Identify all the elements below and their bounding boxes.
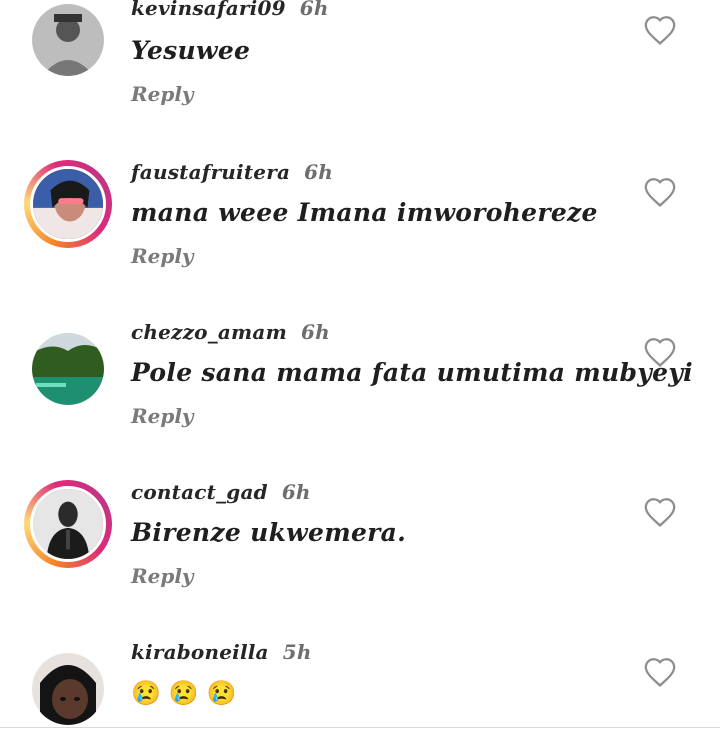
- comment-username[interactable]: kiraboneilla 5h: [131, 640, 312, 664]
- comment-username[interactable]: kevinsafari09 6h: [131, 0, 329, 20]
- comment-username[interactable]: contact_gad 6h: [131, 480, 311, 504]
- comment-text: Birenze ukwemera.: [131, 518, 407, 547]
- avatar[interactable]: [26, 647, 110, 731]
- avatar[interactable]: [26, 327, 110, 411]
- heart-outline-icon[interactable]: [643, 656, 677, 688]
- comment-text: mana weee Imana imworohereze: [131, 198, 598, 227]
- heart-outline-icon[interactable]: [643, 336, 677, 368]
- heart-outline-icon[interactable]: [643, 14, 677, 46]
- comment-item: kiraboneilla 5h 😢😢😢: [0, 640, 720, 730]
- comment-text: Yesuwee: [131, 36, 251, 65]
- avatar[interactable]: [26, 0, 110, 82]
- reply-button[interactable]: Reply: [131, 564, 194, 588]
- reply-button[interactable]: Reply: [131, 244, 194, 268]
- comment-text: Pole sana mama fata umutima mubyeyi: [131, 358, 693, 387]
- divider: [0, 727, 720, 728]
- comment-time: 6h: [299, 0, 329, 20]
- comment-item: contact_gad 6h Birenze ukwemera. Reply: [0, 480, 720, 640]
- heart-outline-icon[interactable]: [643, 176, 677, 208]
- avatar[interactable]: [24, 480, 112, 568]
- comment-time: 6h: [304, 160, 333, 184]
- comment-username[interactable]: chezzo_amam 6h: [131, 320, 330, 344]
- avatar[interactable]: [24, 160, 112, 248]
- reply-button[interactable]: Reply: [131, 404, 194, 428]
- crying-emoji: 😢😢😢: [131, 678, 245, 707]
- heart-outline-icon[interactable]: [643, 496, 677, 528]
- comment-time: 5h: [282, 640, 312, 664]
- reply-button[interactable]: Reply: [131, 82, 194, 106]
- comment-time: 6h: [300, 320, 330, 344]
- comment-item: kevinsafari09 6h Yesuwee Reply: [0, 0, 720, 160]
- comment-item: faustafruitera 6h mana weee Imana imworoh…: [0, 160, 720, 320]
- comment-time: 6h: [281, 480, 311, 504]
- comment-text: 😢😢😢: [131, 678, 245, 707]
- comment-username[interactable]: faustafruitera 6h: [131, 160, 333, 184]
- comment-item: chezzo_amam 6h Pole sana mama fata umutim…: [0, 320, 720, 480]
